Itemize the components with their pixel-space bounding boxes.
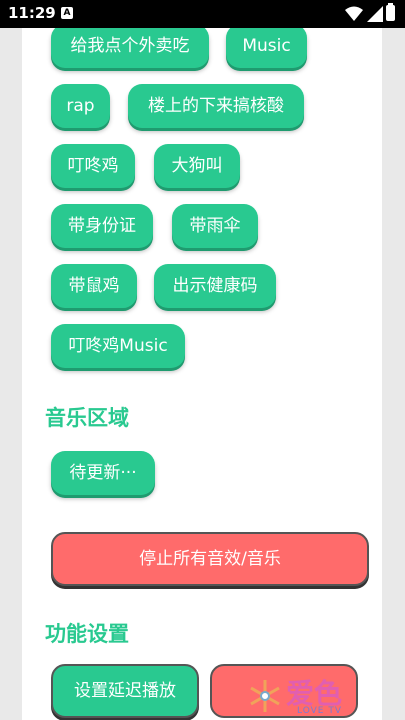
wifi-icon — [345, 6, 363, 21]
music-placeholder-button[interactable]: 待更新··· — [51, 451, 155, 495]
sound-button-dingdong-music[interactable]: 叮咚鸡Music — [51, 324, 185, 368]
set-delay-button[interactable]: 设置延迟播放 — [51, 664, 199, 718]
sound-button-id-card[interactable]: 带身份证 — [51, 204, 153, 248]
watermark-logo: 爱色 LOVE TV — [243, 674, 368, 720]
content-card: 给我点个外卖吃 Music rap 楼上的下来搞核酸 叮咚鸡 大狗叫 带身份证 … — [22, 28, 382, 720]
sound-button-rap[interactable]: rap — [51, 84, 110, 128]
snowflake-icon — [250, 680, 280, 712]
status-bar: 11:29 A — [0, 0, 405, 28]
sound-button-umbrella[interactable]: 带雨伞 — [172, 204, 258, 248]
music-section-title: 音乐区域 — [45, 406, 129, 430]
sound-button-dingdong-chicken[interactable]: 叮咚鸡 — [51, 144, 135, 188]
sound-button-nucleic-test[interactable]: 楼上的下来搞核酸 — [128, 84, 304, 128]
sound-button-takeout[interactable]: 给我点个外卖吃 — [51, 28, 209, 68]
sound-button-mouse-chicken[interactable]: 带鼠鸡 — [51, 264, 137, 308]
watermark-sub: LOVE TV — [297, 706, 342, 716]
sound-button-dog-bark[interactable]: 大狗叫 — [154, 144, 240, 188]
signal-icon — [367, 6, 383, 22]
stop-all-button[interactable]: 停止所有音效/音乐 — [51, 532, 369, 586]
battery-icon — [386, 3, 395, 21]
sound-button-health-code[interactable]: 出示健康码 — [154, 264, 276, 308]
settings-section-title: 功能设置 — [45, 622, 129, 646]
sound-button-music[interactable]: Music — [226, 28, 307, 68]
notification-icon: A — [61, 7, 73, 19]
status-time: 11:29 — [8, 4, 56, 22]
